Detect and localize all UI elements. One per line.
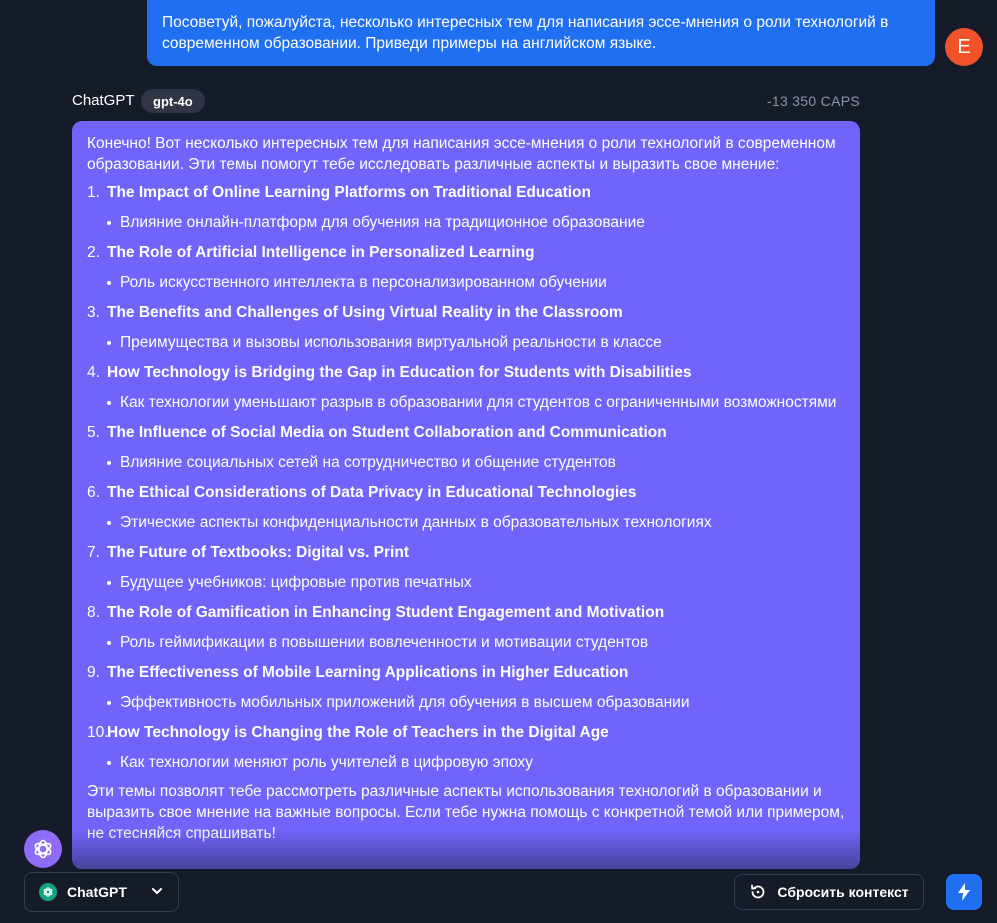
topic-number: 6. [87, 484, 100, 501]
topic-translation: Как технологии уменьшают разрыв в образо… [87, 391, 845, 415]
bullet-icon [107, 341, 111, 345]
reset-context-button[interactable]: Сбросить контекст [734, 874, 924, 910]
topic-number: 9. [87, 664, 100, 681]
topic-translation-text: Роль искусственного интеллекта в персона… [120, 274, 607, 291]
bolt-icon [958, 883, 970, 901]
bullet-icon [107, 761, 111, 765]
topic-title-text: How Technology is Changing the Role of T… [107, 724, 609, 741]
topic-translation: Преимущества и вызовы использования вирт… [87, 331, 845, 355]
topic-title: 2. The Role of Artificial Intelligence in… [87, 241, 845, 265]
bullet-icon [107, 281, 111, 285]
topic-translation: Этические аспекты конфиденциальности дан… [87, 511, 845, 535]
topic-title-text: The Impact of Online Learning Platforms … [107, 184, 591, 201]
topic-item: 2. The Role of Artificial Intelligence in… [87, 241, 845, 295]
topic-title-text: The Role of Artificial Intelligence in P… [107, 244, 535, 261]
assistant-intro: Конечно! Вот несколько интересных тем дл… [87, 135, 836, 173]
topic-translation: Эффективность мобильных приложений для о… [87, 691, 845, 715]
bullet-icon [107, 401, 111, 405]
topic-number: 2. [87, 244, 100, 261]
topic-translation-text: Как технологии уменьшают разрыв в образо… [120, 394, 837, 411]
topic-translation-text: Как технологии меняют роль учителей в ци… [120, 754, 533, 771]
topic-title: 5. The Influence of Social Media on Stude… [87, 421, 845, 445]
topic-title: 10. How Technology is Changing the Role o… [87, 721, 845, 745]
bolt-button[interactable] [946, 874, 982, 910]
topic-title-text: The Ethical Considerations of Data Priva… [107, 484, 637, 501]
assistant-message: Конечно! Вот несколько интересных тем дл… [72, 121, 860, 869]
topic-title: 1. The Impact of Online Learning Platform… [87, 181, 845, 205]
model-select[interactable]: ChatGPT [24, 872, 179, 912]
assistant-name: ChatGPT [72, 92, 135, 109]
topic-item: 6. The Ethical Considerations of Data Pri… [87, 481, 845, 535]
assistant-outro: Эти темы позволят тебе рассмотреть разли… [87, 783, 845, 842]
topic-title: 7. The Future of Textbooks: Digital vs. P… [87, 541, 845, 565]
topic-translation-text: Эффективность мобильных приложений для о… [120, 694, 690, 711]
topic-translation-text: Этические аспекты конфиденциальности дан… [120, 514, 712, 531]
bullet-icon [107, 221, 111, 225]
topic-translation-text: Роль геймификации в повышении вовлеченно… [120, 634, 649, 651]
topic-title: 6. The Ethical Considerations of Data Pri… [87, 481, 845, 505]
topic-translation: Как технологии меняют роль учителей в ци… [87, 751, 845, 775]
topic-item: 8. The Role of Gamification in Enhancing … [87, 601, 845, 655]
topic-item: 9. The Effectiveness of Mobile Learning A… [87, 661, 845, 715]
topic-item: 1. The Impact of Online Learning Platform… [87, 181, 845, 235]
topic-number: 3. [87, 304, 100, 321]
topic-item: 4. How Technology is Bridging the Gap in … [87, 361, 845, 415]
topic-translation-text: Влияние онлайн-платформ для обучения на … [120, 214, 645, 231]
chevron-down-icon [150, 884, 164, 901]
topic-title: 9. The Effectiveness of Mobile Learning A… [87, 661, 845, 685]
topic-list: 1. The Impact of Online Learning Platform… [87, 181, 845, 775]
topic-title-text: How Technology is Bridging the Gap in Ed… [107, 364, 692, 381]
openai-icon [39, 883, 57, 901]
caps-counter: -13 350 CAPS [766, 93, 860, 109]
bullet-icon [107, 521, 111, 525]
reset-context-label: Сбросить контекст [777, 884, 909, 900]
topic-number: 7. [87, 544, 100, 561]
model-badge: gpt-4o [141, 89, 205, 113]
bullet-icon [107, 701, 111, 705]
topic-item: 10. How Technology is Changing the Role o… [87, 721, 845, 775]
topic-title-text: The Effectiveness of Mobile Learning App… [107, 664, 629, 681]
topic-number: 8. [87, 604, 100, 621]
bullet-icon [107, 641, 111, 645]
topic-item: 3. The Benefits and Challenges of Using V… [87, 301, 845, 355]
topic-translation: Влияние социальных сетей на сотрудничест… [87, 451, 845, 475]
bullet-icon [107, 461, 111, 465]
topic-item: 5. The Influence of Social Media on Stude… [87, 421, 845, 475]
topic-title-text: The Role of Gamification in Enhancing St… [107, 604, 665, 621]
topic-title-text: The Benefits and Challenges of Using Vir… [107, 304, 623, 321]
topic-number: 5. [87, 424, 100, 441]
reset-icon [751, 884, 765, 899]
topic-title: 8. The Role of Gamification in Enhancing … [87, 601, 845, 625]
topic-title-text: The Influence of Social Media on Student… [107, 424, 667, 441]
topic-translation: Роль геймификации в повышении вовлеченно… [87, 631, 845, 655]
bullet-icon [107, 581, 111, 585]
topic-number: 4. [87, 364, 100, 381]
openai-icon [24, 830, 62, 868]
topic-title: 4. How Technology is Bridging the Gap in … [87, 361, 845, 385]
topic-translation: Роль искусственного интеллекта в персона… [87, 271, 845, 295]
user-avatar[interactable]: E [945, 28, 983, 66]
topic-number: 1. [87, 184, 100, 201]
user-message: Посоветуй, пожалуйста, несколько интерес… [147, 0, 935, 66]
topic-translation-text: Будущее учебников: цифровые против печат… [120, 574, 472, 591]
topic-title: 3. The Benefits and Challenges of Using V… [87, 301, 845, 325]
topic-title-text: The Future of Textbooks: Digital vs. Pri… [107, 544, 409, 561]
model-select-label: ChatGPT [67, 884, 127, 900]
topic-translation-text: Влияние социальных сетей на сотрудничест… [120, 454, 616, 471]
topic-item: 7. The Future of Textbooks: Digital vs. P… [87, 541, 845, 595]
topic-translation-text: Преимущества и вызовы использования вирт… [120, 334, 662, 351]
topic-translation: Влияние онлайн-платформ для обучения на … [87, 211, 845, 235]
topic-translation: Будущее учебников: цифровые против печат… [87, 571, 845, 595]
topic-number: 10. [87, 724, 109, 741]
